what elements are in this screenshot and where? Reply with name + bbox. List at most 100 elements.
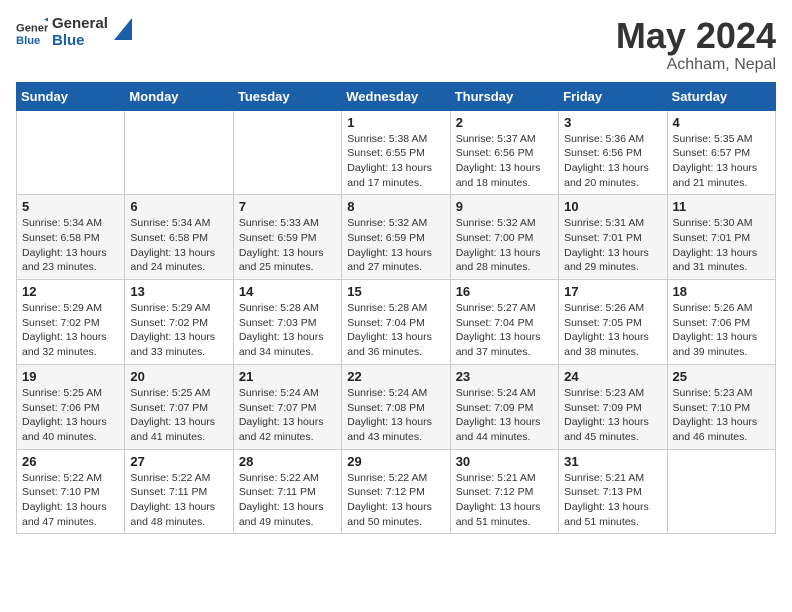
calendar-cell: 2 Sunrise: 5:37 AMSunset: 6:56 PMDaylight… <box>450 110 558 195</box>
day-number: 12 <box>22 284 119 299</box>
day-number: 13 <box>130 284 227 299</box>
weekday-header-row: SundayMondayTuesdayWednesdayThursdayFrid… <box>17 82 776 110</box>
page-header: General Blue General Blue May 2024 Achha… <box>16 16 776 74</box>
week-row-4: 19 Sunrise: 5:25 AMSunset: 7:06 PMDayligh… <box>17 364 776 449</box>
weekday-header-thursday: Thursday <box>450 82 558 110</box>
day-number: 29 <box>347 454 444 469</box>
day-info: Sunrise: 5:29 AMSunset: 7:02 PMDaylight:… <box>130 301 227 360</box>
day-number: 2 <box>456 115 553 130</box>
day-info: Sunrise: 5:34 AMSunset: 6:58 PMDaylight:… <box>22 216 119 275</box>
calendar-cell <box>233 110 341 195</box>
day-number: 5 <box>22 199 119 214</box>
day-info: Sunrise: 5:22 AMSunset: 7:11 PMDaylight:… <box>130 471 227 530</box>
weekday-header-tuesday: Tuesday <box>233 82 341 110</box>
week-row-3: 12 Sunrise: 5:29 AMSunset: 7:02 PMDayligh… <box>17 280 776 365</box>
calendar-cell <box>125 110 233 195</box>
calendar-cell: 31Sunrise: 5:21 AMSunset: 7:13 PMDayligh… <box>559 449 667 534</box>
svg-text:Blue: Blue <box>16 35 40 47</box>
logo-blue-text: Blue <box>52 33 108 50</box>
month-title: May 2024 <box>616 16 776 56</box>
logo-general-text: General <box>52 16 108 33</box>
weekday-header-wednesday: Wednesday <box>342 82 450 110</box>
day-info: Sunrise: 5:31 AMSunset: 7:01 PMDaylight:… <box>564 216 661 275</box>
calendar-cell: 28 Sunrise: 5:22 AMSunset: 7:11 PMDayligh… <box>233 449 341 534</box>
calendar-cell: 15Sunrise: 5:28 AMSunset: 7:04 PMDayligh… <box>342 280 450 365</box>
day-info: Sunrise: 5:24 AMSunset: 7:07 PMDaylight:… <box>239 386 336 445</box>
calendar-table: SundayMondayTuesdayWednesdayThursdayFrid… <box>16 82 776 535</box>
day-info: Sunrise: 5:35 AMSunset: 6:57 PMDaylight:… <box>673 132 770 191</box>
calendar-cell: 7Sunrise: 5:33 AMSunset: 6:59 PMDaylight… <box>233 195 341 280</box>
day-info: Sunrise: 5:22 AMSunset: 7:10 PMDaylight:… <box>22 471 119 530</box>
day-number: 17 <box>564 284 661 299</box>
day-number: 1 <box>347 115 444 130</box>
day-info: Sunrise: 5:22 AMSunset: 7:11 PMDaylight:… <box>239 471 336 530</box>
calendar-cell: 16Sunrise: 5:27 AMSunset: 7:04 PMDayligh… <box>450 280 558 365</box>
title-block: May 2024 Achham, Nepal <box>616 16 776 74</box>
day-number: 28 <box>239 454 336 469</box>
calendar-cell: 26 Sunrise: 5:22 AMSunset: 7:10 PMDayligh… <box>17 449 125 534</box>
calendar-cell: 13 Sunrise: 5:29 AMSunset: 7:02 PMDayligh… <box>125 280 233 365</box>
day-number: 30 <box>456 454 553 469</box>
day-info: Sunrise: 5:25 AMSunset: 7:07 PMDaylight:… <box>130 386 227 445</box>
calendar-cell: 9 Sunrise: 5:32 AMSunset: 7:00 PMDaylight… <box>450 195 558 280</box>
calendar-cell: 20 Sunrise: 5:25 AMSunset: 7:07 PMDayligh… <box>125 364 233 449</box>
day-info: Sunrise: 5:23 AMSunset: 7:09 PMDaylight:… <box>564 386 661 445</box>
logo-triangle-icon <box>114 18 132 40</box>
weekday-header-monday: Monday <box>125 82 233 110</box>
calendar-cell: 5 Sunrise: 5:34 AMSunset: 6:58 PMDaylight… <box>17 195 125 280</box>
logo-icon: General Blue <box>16 17 48 49</box>
day-info: Sunrise: 5:34 AMSunset: 6:58 PMDaylight:… <box>130 216 227 275</box>
day-info: Sunrise: 5:32 AMSunset: 7:00 PMDaylight:… <box>456 216 553 275</box>
week-row-1: 1 Sunrise: 5:38 AMSunset: 6:55 PMDaylight… <box>17 110 776 195</box>
day-number: 22 <box>347 369 444 384</box>
week-row-5: 26 Sunrise: 5:22 AMSunset: 7:10 PMDayligh… <box>17 449 776 534</box>
weekday-header-saturday: Saturday <box>667 82 775 110</box>
calendar-cell: 25Sunrise: 5:23 AMSunset: 7:10 PMDayligh… <box>667 364 775 449</box>
day-number: 9 <box>456 199 553 214</box>
day-number: 20 <box>130 369 227 384</box>
day-number: 21 <box>239 369 336 384</box>
calendar-cell: 19 Sunrise: 5:25 AMSunset: 7:06 PMDayligh… <box>17 364 125 449</box>
calendar-cell: 4Sunrise: 5:35 AMSunset: 6:57 PMDaylight… <box>667 110 775 195</box>
calendar-cell: 12 Sunrise: 5:29 AMSunset: 7:02 PMDayligh… <box>17 280 125 365</box>
day-info: Sunrise: 5:38 AMSunset: 6:55 PMDaylight:… <box>347 132 444 191</box>
day-info: Sunrise: 5:24 AMSunset: 7:08 PMDaylight:… <box>347 386 444 445</box>
calendar-cell <box>667 449 775 534</box>
day-info: Sunrise: 5:37 AMSunset: 6:56 PMDaylight:… <box>456 132 553 191</box>
day-number: 18 <box>673 284 770 299</box>
day-number: 24 <box>564 369 661 384</box>
week-row-2: 5 Sunrise: 5:34 AMSunset: 6:58 PMDaylight… <box>17 195 776 280</box>
calendar-cell: 10 Sunrise: 5:31 AMSunset: 7:01 PMDayligh… <box>559 195 667 280</box>
day-number: 19 <box>22 369 119 384</box>
day-number: 6 <box>130 199 227 214</box>
svg-text:General: General <box>16 22 48 34</box>
calendar-cell: 23Sunrise: 5:24 AMSunset: 7:09 PMDayligh… <box>450 364 558 449</box>
day-info: Sunrise: 5:28 AMSunset: 7:04 PMDaylight:… <box>347 301 444 360</box>
calendar-cell <box>17 110 125 195</box>
calendar-cell: 22 Sunrise: 5:24 AMSunset: 7:08 PMDayligh… <box>342 364 450 449</box>
calendar-cell: 3 Sunrise: 5:36 AMSunset: 6:56 PMDaylight… <box>559 110 667 195</box>
day-number: 10 <box>564 199 661 214</box>
calendar-cell: 21 Sunrise: 5:24 AMSunset: 7:07 PMDayligh… <box>233 364 341 449</box>
day-info: Sunrise: 5:22 AMSunset: 7:12 PMDaylight:… <box>347 471 444 530</box>
day-number: 11 <box>673 199 770 214</box>
day-number: 16 <box>456 284 553 299</box>
calendar-cell: 29 Sunrise: 5:22 AMSunset: 7:12 PMDayligh… <box>342 449 450 534</box>
day-number: 26 <box>22 454 119 469</box>
day-number: 8 <box>347 199 444 214</box>
day-number: 27 <box>130 454 227 469</box>
day-info: Sunrise: 5:25 AMSunset: 7:06 PMDaylight:… <box>22 386 119 445</box>
day-info: Sunrise: 5:32 AMSunset: 6:59 PMDaylight:… <box>347 216 444 275</box>
calendar-cell: 11 Sunrise: 5:30 AMSunset: 7:01 PMDayligh… <box>667 195 775 280</box>
day-info: Sunrise: 5:26 AMSunset: 7:05 PMDaylight:… <box>564 301 661 360</box>
day-number: 25 <box>673 369 770 384</box>
location-subtitle: Achham, Nepal <box>616 56 776 74</box>
day-info: Sunrise: 5:29 AMSunset: 7:02 PMDaylight:… <box>22 301 119 360</box>
day-info: Sunrise: 5:36 AMSunset: 6:56 PMDaylight:… <box>564 132 661 191</box>
day-number: 3 <box>564 115 661 130</box>
day-info: Sunrise: 5:28 AMSunset: 7:03 PMDaylight:… <box>239 301 336 360</box>
weekday-header-sunday: Sunday <box>17 82 125 110</box>
day-info: Sunrise: 5:30 AMSunset: 7:01 PMDaylight:… <box>673 216 770 275</box>
day-info: Sunrise: 5:21 AMSunset: 7:13 PMDaylight:… <box>564 471 661 530</box>
logo: General Blue General Blue <box>16 16 132 49</box>
